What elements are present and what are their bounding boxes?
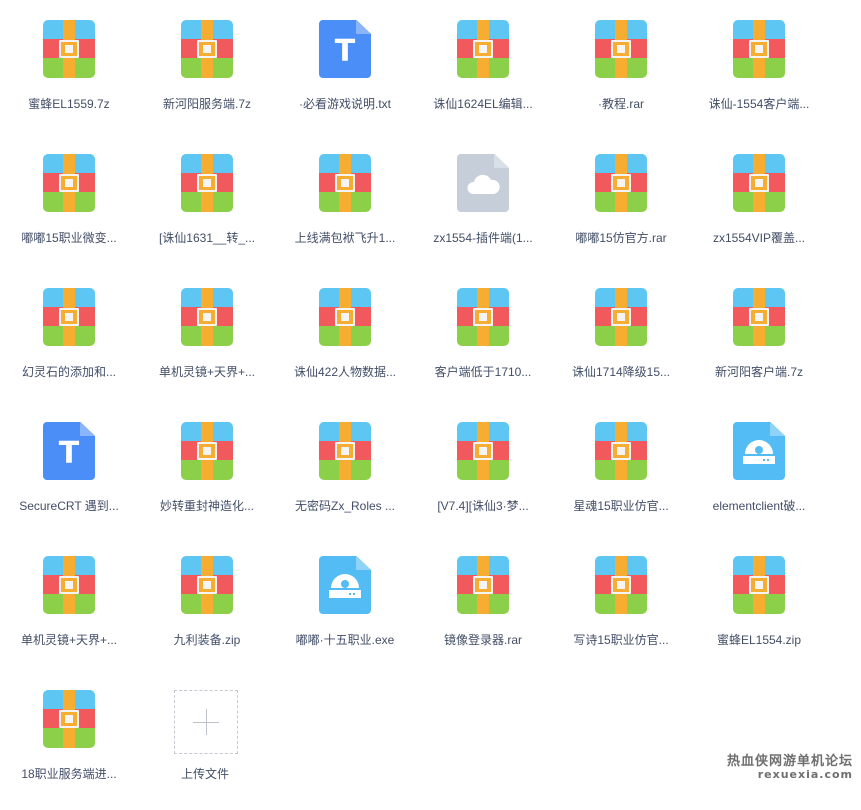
archive-icon — [43, 556, 95, 614]
archive-icon — [595, 556, 647, 614]
file-name: 星魂15职业仿官... — [573, 499, 669, 513]
file-tile[interactable]: T SecureCRT 遇到... — [2, 422, 136, 542]
file-name: 新河阳服务端.7z — [162, 97, 251, 111]
archive-icon — [733, 288, 785, 346]
file-name: 嘟嘟15仿官方.rar — [575, 231, 667, 245]
file-name: 镜像登录器.rar — [443, 633, 522, 647]
file-name: zx1554VIP覆盖... — [712, 231, 806, 245]
file-tile[interactable]: T ·必看游戏说明.txt — [278, 20, 412, 140]
file-tile[interactable]: zx1554VIP覆盖... — [692, 154, 826, 274]
file-tile[interactable]: 嘟嘟15职业微变... — [2, 154, 136, 274]
file-name: 写诗15职业仿官... — [573, 633, 669, 647]
archive-icon — [181, 556, 233, 614]
file-tile[interactable]: 蜜蜂EL1554.zip — [692, 556, 826, 676]
file-tile[interactable]: 九利装备.zip — [140, 556, 274, 676]
file-name: 蜜蜂EL1554.zip — [716, 633, 802, 647]
file-name: 单机灵镜+天界+... — [20, 633, 118, 647]
upload-button[interactable] — [174, 690, 238, 754]
file-tile[interactable]: 诛仙422人物数据... — [278, 288, 412, 408]
file-tile[interactable]: 星魂15职业仿官... — [554, 422, 688, 542]
archive-icon — [43, 288, 95, 346]
file-tile[interactable]: [诛仙1631__转_... — [140, 154, 274, 274]
archive-icon — [457, 422, 509, 480]
archive-icon — [733, 556, 785, 614]
file-tile[interactable]: 新河阳服务端.7z — [140, 20, 274, 140]
file-name: zx1554-插件端(1... — [433, 231, 533, 245]
file-name: 诛仙-1554客户端... — [708, 97, 810, 111]
file-name: 单机灵镜+天界+... — [158, 365, 256, 379]
archive-icon — [181, 288, 233, 346]
archive-icon — [733, 154, 785, 212]
file-name: 18职业服务端进... — [21, 767, 117, 781]
cloud-file-icon — [457, 154, 509, 212]
archive-icon — [733, 20, 785, 78]
archive-icon — [43, 20, 95, 78]
watermark: 热血侠网游单机论坛 rexuexia.com — [727, 755, 853, 781]
archive-icon — [181, 20, 233, 78]
archive-icon — [319, 422, 371, 480]
file-tile[interactable]: 诛仙1624EL编辑... — [416, 20, 550, 140]
file-tile[interactable]: zx1554-插件端(1... — [416, 154, 550, 274]
archive-icon — [457, 288, 509, 346]
archive-icon — [595, 20, 647, 78]
file-tile[interactable]: 无密码Zx_Roles ... — [278, 422, 412, 542]
file-tile[interactable]: 蜜蜂EL1559.7z — [2, 20, 136, 140]
file-name: ·教程.rar — [598, 97, 644, 111]
file-tile[interactable]: 嘟嘟·十五职业.exe — [278, 556, 412, 676]
file-tile[interactable]: ·教程.rar — [554, 20, 688, 140]
watermark-url: rexuexia.com — [757, 768, 853, 781]
executable-file-icon — [319, 556, 371, 614]
archive-icon — [595, 422, 647, 480]
file-name: 九利装备.zip — [173, 633, 241, 647]
file-tile[interactable]: 诛仙-1554客户端... — [692, 20, 826, 140]
archive-icon — [595, 288, 647, 346]
file-tile[interactable]: 客户端低于1710... — [416, 288, 550, 408]
file-name: 客户端低于1710... — [434, 365, 532, 379]
file-tile[interactable]: 单机灵镜+天界+... — [140, 288, 274, 408]
file-tile[interactable]: 写诗15职业仿官... — [554, 556, 688, 676]
file-name: 妙转重封神造化... — [159, 499, 254, 513]
file-tile[interactable]: 幻灵石的添加和... — [2, 288, 136, 408]
file-name: [V7.4][诛仙3·梦... — [437, 499, 529, 513]
file-name: 无密码Zx_Roles ... — [294, 499, 396, 513]
file-name: 诛仙1624EL编辑... — [433, 97, 533, 111]
file-name: 蜜蜂EL1559.7z — [28, 97, 110, 111]
file-name: 幻灵石的添加和... — [21, 365, 116, 379]
archive-icon — [181, 422, 233, 480]
file-tile[interactable]: 上线满包袱飞升1... — [278, 154, 412, 274]
file-name: 新河阳客户端.7z — [714, 365, 803, 379]
file-name: 嘟嘟·十五职业.exe — [295, 633, 395, 647]
archive-icon — [457, 20, 509, 78]
file-name: ·必看游戏说明.txt — [299, 97, 391, 111]
text-file-icon: T — [43, 422, 95, 480]
executable-file-icon — [733, 422, 785, 480]
file-tile[interactable]: 单机灵镜+天界+... — [2, 556, 136, 676]
text-file-icon: T — [319, 20, 371, 78]
file-name: 诛仙1714降级15... — [571, 365, 671, 379]
file-tile[interactable]: 新河阳客户端.7z — [692, 288, 826, 408]
file-name: elementclient破... — [712, 499, 806, 513]
file-name: 上线满包袱飞升1... — [294, 231, 396, 245]
archive-icon — [457, 556, 509, 614]
file-name: 诛仙422人物数据... — [293, 365, 397, 379]
archive-icon — [319, 288, 371, 346]
file-name: SecureCRT 遇到... — [19, 499, 119, 513]
archive-icon — [319, 154, 371, 212]
archive-icon — [595, 154, 647, 212]
file-tile[interactable]: 嘟嘟15仿官方.rar — [554, 154, 688, 274]
file-tile[interactable]: 18职业服务端进... — [2, 690, 136, 810]
watermark-title: 热血侠网游单机论坛 — [726, 754, 853, 769]
file-tile[interactable]: elementclient破... — [692, 422, 826, 542]
upload-label: 上传文件 — [180, 767, 229, 781]
file-tile[interactable]: 妙转重封神造化... — [140, 422, 274, 542]
archive-icon — [43, 154, 95, 212]
file-tile[interactable]: 诛仙1714降级15... — [554, 288, 688, 408]
file-tile[interactable]: [V7.4][诛仙3·梦... — [416, 422, 550, 542]
file-tile[interactable]: 镜像登录器.rar — [416, 556, 550, 676]
file-name: [诛仙1631__转_... — [158, 231, 256, 245]
archive-icon — [181, 154, 233, 212]
file-name: 嘟嘟15职业微变... — [21, 231, 117, 245]
archive-icon — [43, 690, 95, 748]
